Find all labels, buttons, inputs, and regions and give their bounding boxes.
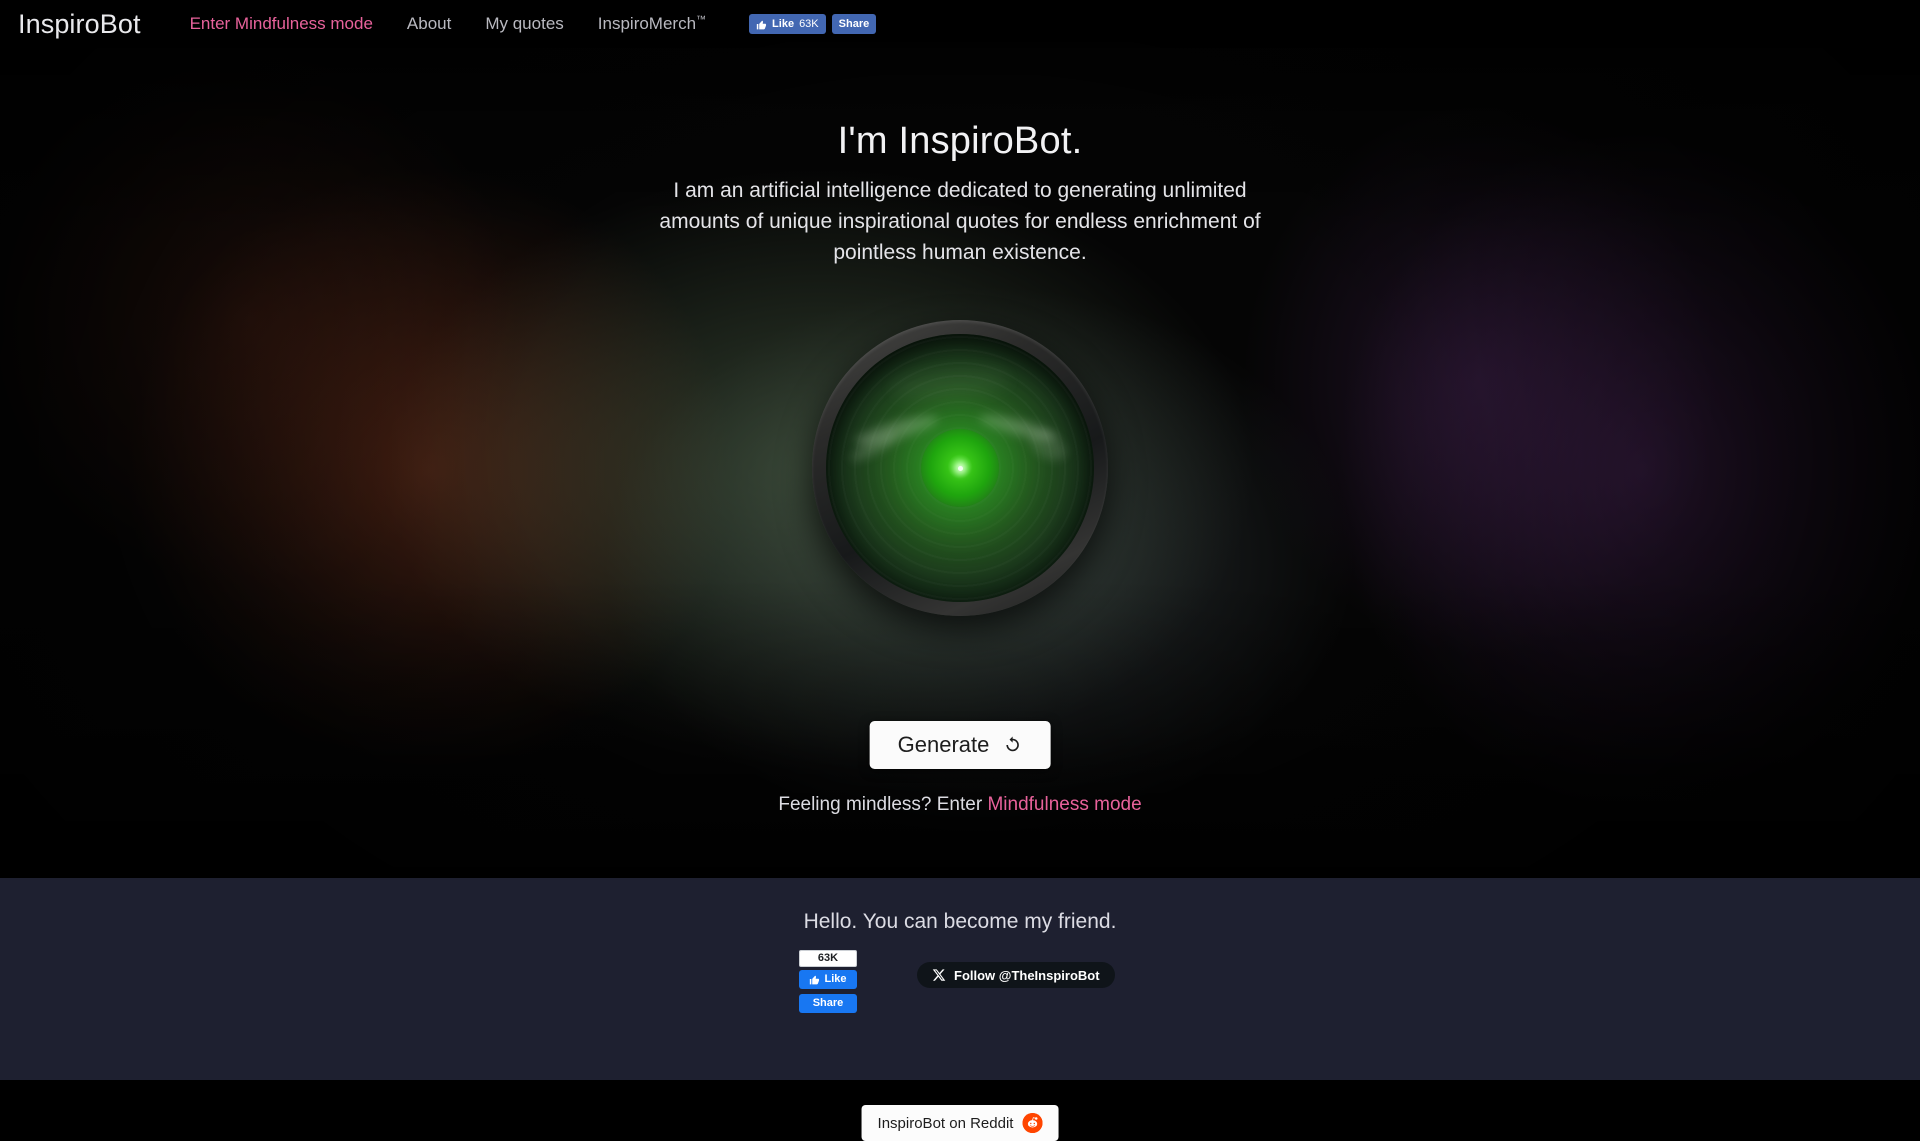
facebook-like-button[interactable]: Like 63K [749,14,826,34]
refresh-icon [1006,736,1019,752]
generate-button-label: Generate [897,732,990,757]
mindless-prompt: Feeling mindless? Enter Mindfulness mode [0,794,1920,816]
social-buttons-row: 63K Like Share Follow @TheInspiroBot Ins… [0,950,1920,1141]
site-footer: Hello. You can become my friend. 63K Lik… [0,878,1920,1141]
nav-item-label: About [406,14,452,33]
facebook-like-count: 63K [799,950,857,967]
footer-title: Hello. You can become my friend. [803,910,1117,933]
nav-item-inspiromerch[interactable]: InspiroMerch™ [581,14,723,34]
facebook-like-count: 63K [799,18,819,30]
nav-item-label: InspiroMerch [597,14,697,33]
twitter-follow-label: Follow @TheInspiroBot [954,967,1100,983]
facebook-share-button[interactable]: Share [799,994,857,1013]
facebook-like-button[interactable]: Like [799,970,857,989]
eye-center-spark [958,466,963,471]
footer-facebook-widget: 63K Like Share [799,950,857,1013]
twitter-follow-button[interactable]: Follow @TheInspiroBot [917,962,1115,988]
nav-item-about[interactable]: About [390,14,468,34]
site-header: InspiroBot Enter Mindfulness mode About … [0,0,1920,48]
hal-eye-icon[interactable] [812,320,1108,616]
eye-lens [826,334,1094,602]
reddit-link-label: InspiroBot on Reddit [877,1114,1014,1132]
facebook-share-label: Share [838,18,870,30]
hero-stage: InspiroBot Enter Mindfulness mode About … [0,0,1920,878]
nav-item-label: Enter Mindfulness mode [189,14,373,33]
facebook-like-label: Like [824,973,847,985]
header-facebook-widget: Like 63K Share [749,14,877,34]
generate-button[interactable]: Generate [869,721,1051,769]
facebook-share-button[interactable]: Share [831,14,877,34]
thumbs-up-icon [756,20,767,29]
main-navigation: Enter Mindfulness mode About My quotes I… [173,14,723,34]
facebook-share-label: Share [812,997,844,1009]
page-description: I am an artificial intelligence dedicate… [659,179,1261,264]
mindless-prompt-text: Feeling mindless? Enter [778,794,988,815]
facebook-like-label: Like [772,18,795,30]
page-title: I'm InspiroBot. [837,120,1083,162]
mindfulness-mode-link[interactable]: Mindfulness mode [987,794,1141,815]
reddit-logo-icon [1022,1113,1043,1133]
nav-item-my-quotes[interactable]: My quotes [468,14,580,34]
reddit-link-button[interactable]: InspiroBot on Reddit [861,1105,1059,1141]
thumbs-up-icon [810,975,820,985]
nav-item-label: My quotes [485,14,564,33]
nav-item-mindfulness[interactable]: Enter Mindfulness mode [173,14,390,34]
x-logo-icon [932,969,946,981]
brand-logo[interactable]: InspiroBot [18,9,141,40]
trademark-symbol: ™ [696,14,707,26]
